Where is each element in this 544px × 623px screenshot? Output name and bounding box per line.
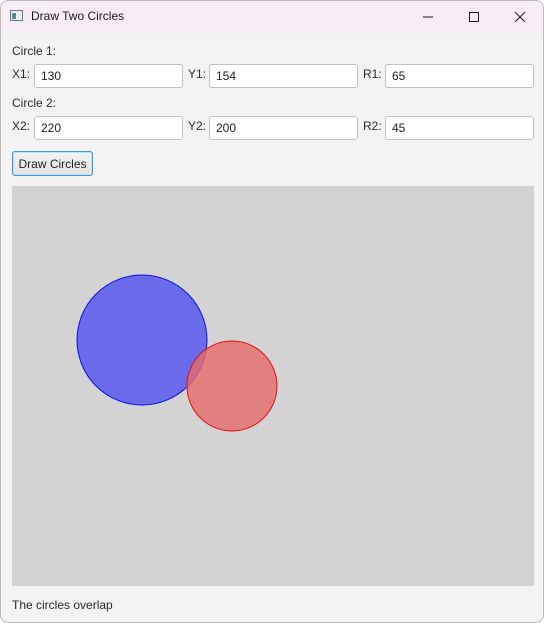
r1-label: R1: [363, 67, 382, 81]
r1-input[interactable]: 65 [385, 64, 534, 88]
close-button[interactable] [497, 1, 543, 33]
window-title: Draw Two Circles [31, 9, 125, 23]
circle2-heading: Circle 2: [12, 96, 57, 110]
maximize-icon [469, 12, 479, 22]
r2-input[interactable]: 45 [385, 116, 534, 140]
x2-input[interactable]: 220 [34, 116, 183, 140]
circle1-heading: Circle 1: [12, 44, 57, 58]
app-window: Draw Two Circles Circle 1: X1: 130 Y1: 1… [0, 0, 544, 623]
title-bar: Draw Two Circles [1, 1, 543, 33]
y1-input[interactable]: 154 [209, 64, 358, 88]
y1-label: Y1: [188, 67, 207, 81]
circle-2 [186, 340, 278, 432]
circles-svg [76, 274, 278, 432]
close-icon [514, 11, 526, 23]
x2-label: X2: [12, 119, 31, 133]
minimize-button[interactable] [405, 1, 451, 33]
app-icon [10, 10, 23, 21]
maximize-button[interactable] [451, 1, 497, 33]
x1-input[interactable]: 130 [34, 64, 183, 88]
draw-circles-button[interactable]: Draw Circles [12, 151, 93, 176]
y2-input[interactable]: 200 [209, 116, 358, 140]
drawing-canvas [12, 186, 534, 586]
status-text: The circles overlap [12, 598, 113, 612]
r2-label: R2: [363, 119, 382, 133]
x1-label: X1: [12, 67, 31, 81]
minimize-icon [423, 16, 433, 18]
y2-label: Y2: [188, 119, 207, 133]
